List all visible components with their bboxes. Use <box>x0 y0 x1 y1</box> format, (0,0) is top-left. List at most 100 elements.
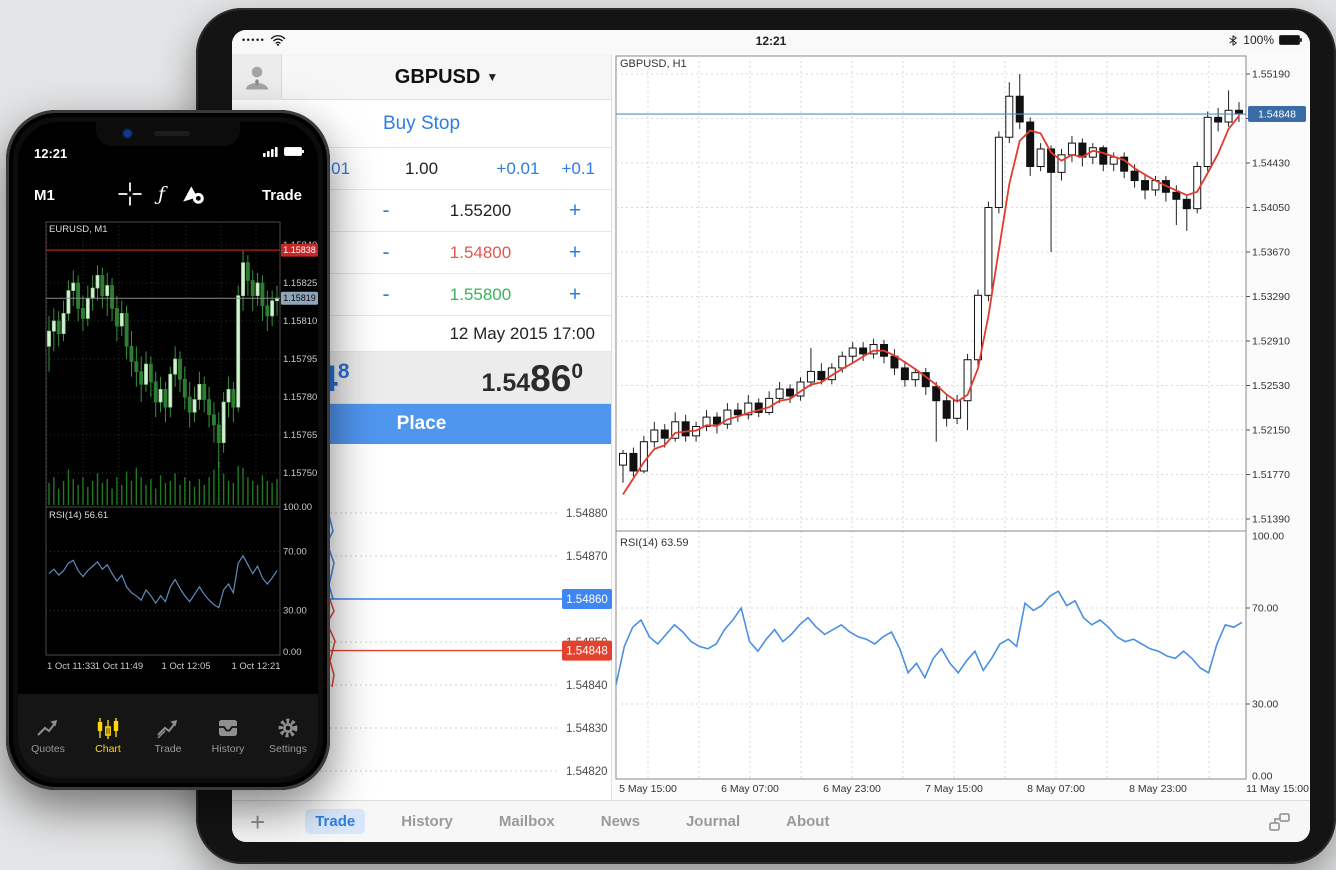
tablet-status-bar: ••••• 12:21 100% <box>232 30 1310 54</box>
tab-journal[interactable]: Journal <box>676 809 750 834</box>
window-layout-icon[interactable] <box>1268 812 1292 832</box>
nav-item-quotes[interactable]: Quotes <box>18 694 78 778</box>
tablet-tab-bar: + Trade History Mailbox News Journal About <box>232 800 1310 842</box>
svg-text:1 Oct 12:05: 1 Oct 12:05 <box>161 661 210 672</box>
phone-clock: 12:21 <box>34 146 68 161</box>
svg-text:1.55190: 1.55190 <box>1252 69 1290 81</box>
svg-text:1.52910: 1.52910 <box>1252 336 1290 348</box>
svg-text:1 Oct 11:49: 1 Oct 11:49 <box>95 661 143 672</box>
svg-text:1.54848: 1.54848 <box>1258 109 1296 121</box>
phone-chart[interactable]: 1.158401.158251.158101.157951.157801.157… <box>18 218 318 678</box>
svg-text:11 May 15:00: 11 May 15:00 <box>1246 783 1309 795</box>
tab-about[interactable]: About <box>776 809 839 834</box>
phone-device: 12:21 M1 ƒ Trade 1.15825 1.15810 1.15795… <box>6 110 330 790</box>
svg-text:0.00: 0.00 <box>1252 771 1273 783</box>
indicators-icon[interactable]: ƒ <box>158 183 165 205</box>
volume-plus-button[interactable]: +0.01 <box>496 159 539 179</box>
phone-trade-button[interactable]: Trade <box>262 187 302 204</box>
svg-text:1.51390: 1.51390 <box>1252 514 1290 526</box>
trend-up-icon <box>37 720 57 736</box>
svg-text:8 May 07:00: 8 May 07:00 <box>1027 783 1085 795</box>
phone-screen: 12:21 M1 ƒ Trade 1.15825 1.15810 1.15795… <box>18 122 318 778</box>
svg-text:5 May 15:00: 5 May 15:00 <box>619 783 677 795</box>
svg-text:70.00: 70.00 <box>1252 603 1278 615</box>
symbol-selector[interactable]: GBPUSD ▼ <box>282 54 611 100</box>
tab-history[interactable]: History <box>391 809 463 834</box>
svg-text:GBPUSD, H1: GBPUSD, H1 <box>620 58 687 70</box>
nav-item-trade[interactable]: Trade <box>138 694 198 778</box>
account-button[interactable] <box>232 54 282 100</box>
svg-text:100.00: 100.00 <box>1252 531 1284 543</box>
new-order-button[interactable]: + <box>250 809 265 835</box>
tab-mailbox[interactable]: Mailbox <box>489 809 565 834</box>
svg-text:1.15765: 1.15765 <box>283 430 317 441</box>
signal-bars-icon <box>263 147 278 157</box>
volume-plus-large-button[interactable]: +0.1 <box>561 159 595 179</box>
svg-text:RSI(14) 63.59: RSI(14) 63.59 <box>620 537 688 549</box>
svg-text:RSI(14) 56.61: RSI(14) 56.61 <box>49 510 108 521</box>
chevron-down-icon: ▼ <box>486 70 499 84</box>
svg-text:EURUSD, M1: EURUSD, M1 <box>49 224 108 235</box>
svg-text:1.15780: 1.15780 <box>283 392 317 403</box>
svg-text:100.00: 100.00 <box>283 502 312 513</box>
svg-text:6 May 07:00: 6 May 07:00 <box>721 783 779 795</box>
svg-text:1 Oct 12:21: 1 Oct 12:21 <box>231 661 280 672</box>
objects-icon[interactable] <box>181 182 207 206</box>
nav-item-history[interactable]: History <box>198 694 258 778</box>
svg-text:1.53670: 1.53670 <box>1252 247 1290 259</box>
order-panel-header: GBPUSD ▼ <box>232 54 611 100</box>
svg-text:1.51770: 1.51770 <box>1252 469 1290 481</box>
camera-icon <box>124 130 131 137</box>
svg-text:1.15750: 1.15750 <box>283 468 317 479</box>
nav-item-label: History <box>211 743 245 755</box>
stop-loss-plus-button[interactable]: + <box>555 241 595 265</box>
speaker-icon <box>154 131 190 136</box>
price-value[interactable]: 1.55200 <box>406 201 555 221</box>
svg-text:1.54050: 1.54050 <box>1252 202 1290 214</box>
phone-nav-bar: Quotes Chart Trade History Settings <box>18 694 318 778</box>
expiration-value: 12 May 2015 17:00 <box>449 323 595 343</box>
svg-text:70.00: 70.00 <box>283 546 307 557</box>
battery-icon <box>1279 35 1302 45</box>
gear-icon <box>278 718 298 738</box>
svg-text:1.52150: 1.52150 <box>1252 425 1290 437</box>
svg-text:1.54830: 1.54830 <box>566 723 608 735</box>
nav-item-settings[interactable]: Settings <box>258 694 318 778</box>
page: ••••• 12:21 100% GBPUSD ▼ Buy Stop -0.01… <box>0 0 1336 870</box>
svg-text:1 Oct 11:33: 1 Oct 11:33 <box>47 661 95 672</box>
svg-text:1.15838: 1.15838 <box>283 245 316 255</box>
svg-text:8 May 23:00: 8 May 23:00 <box>1129 783 1187 795</box>
take-profit-value[interactable]: 1.55800 <box>406 285 555 305</box>
stop-loss-minus-button[interactable]: - <box>366 241 406 265</box>
phone-status-bar: 12:21 <box>18 144 318 164</box>
phone-notch <box>96 122 240 146</box>
nav-item-label: Settings <box>269 743 307 755</box>
chart-arrow-icon <box>157 720 177 739</box>
svg-text:6 May 23:00: 6 May 23:00 <box>823 783 881 795</box>
crosshair-icon[interactable] <box>118 182 142 206</box>
take-profit-plus-button[interactable]: + <box>555 283 595 307</box>
stop-loss-value[interactable]: 1.54800 <box>406 243 555 263</box>
ask-price: 1.54860 <box>481 358 583 399</box>
archive-icon <box>219 720 237 736</box>
svg-text:1.52530: 1.52530 <box>1252 380 1290 392</box>
tab-trade[interactable]: Trade <box>305 809 366 834</box>
price-minus-button[interactable]: - <box>366 199 406 223</box>
battery-percent: 100% <box>1243 33 1274 47</box>
volume-value[interactable]: 1.00 <box>378 159 465 179</box>
phone-battery-icon <box>284 147 304 156</box>
main-chart[interactable]: 1.551901.548101.544301.540501.536701.532… <box>612 54 1310 800</box>
svg-text:1.54430: 1.54430 <box>1252 158 1290 170</box>
svg-text:1.54848: 1.54848 <box>566 646 608 658</box>
timeframe-button[interactable]: M1 <box>34 187 55 204</box>
svg-text:1.15810: 1.15810 <box>283 316 317 327</box>
tab-news[interactable]: News <box>591 809 650 834</box>
svg-text:1.54860: 1.54860 <box>566 594 608 606</box>
nav-item-label: Trade <box>154 743 182 755</box>
take-profit-minus-button[interactable]: - <box>366 283 406 307</box>
price-plus-button[interactable]: + <box>555 199 595 223</box>
svg-text:1.54840: 1.54840 <box>566 680 608 692</box>
svg-text:1.54880: 1.54880 <box>566 508 608 520</box>
bluetooth-icon <box>1229 34 1238 46</box>
nav-item-chart[interactable]: Chart <box>78 694 138 778</box>
